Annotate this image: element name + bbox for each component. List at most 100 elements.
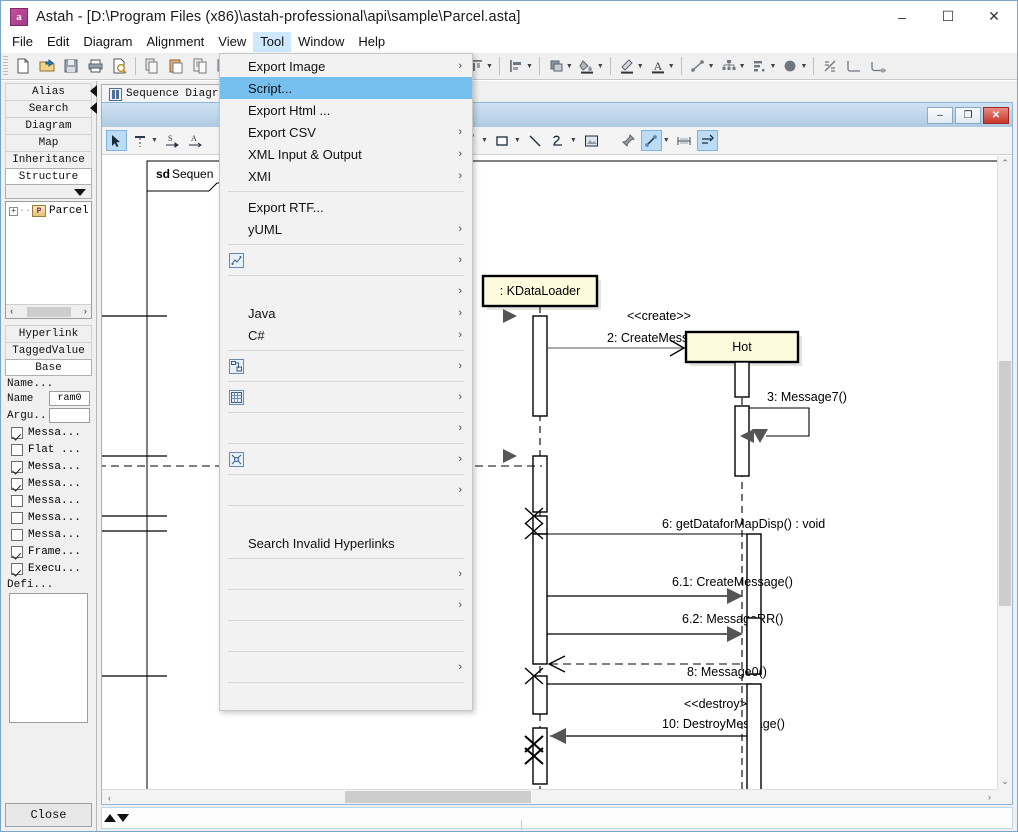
menu-view[interactable]: View	[211, 32, 253, 52]
checkbox-6[interactable]	[11, 529, 23, 541]
frame-icon[interactable]	[674, 130, 695, 151]
line-icon[interactable]	[525, 130, 546, 151]
shape-icon[interactable]	[779, 55, 801, 77]
no-fill-icon[interactable]	[819, 55, 841, 77]
menu-item-correct-model[interactable]: ›	[220, 594, 472, 616]
tree-row[interactable]: + ·· P Parcel	[6, 202, 91, 217]
tab-inheritance[interactable]: Inheritance	[5, 151, 92, 168]
menu-diagram[interactable]: Diagram	[76, 32, 139, 52]
lifeline-icon[interactable]	[129, 130, 150, 151]
definition-textarea[interactable]	[9, 593, 88, 723]
scroll-left-icon[interactable]: ‹	[102, 790, 117, 804]
panel-splitter[interactable]	[89, 83, 97, 123]
tab-alias[interactable]: Alias	[5, 83, 92, 100]
tab-structure[interactable]: Structure	[5, 168, 92, 185]
menu-item-script[interactable]: Script...	[220, 77, 472, 99]
menu-item-export-html[interactable]: Export Html ...	[220, 99, 472, 121]
menu-edit[interactable]: Edit	[40, 32, 76, 52]
menu-item-search-invalid-hyperlinks[interactable]	[220, 510, 472, 532]
diagram-close-button[interactable]: ✕	[983, 106, 1009, 124]
align-left-caret-icon[interactable]: ▼	[526, 63, 533, 70]
shape-caret-icon[interactable]: ▼	[800, 63, 807, 70]
checkbox-row[interactable]: Messa...	[5, 526, 92, 543]
arguments-input[interactable]	[49, 408, 90, 423]
checkbox-8[interactable]	[11, 563, 23, 575]
toolbar-grip[interactable]	[3, 56, 8, 76]
checkbox-row[interactable]: Flat ...	[5, 441, 92, 458]
menu-item-cplusplus[interactable]: C# ›	[220, 324, 472, 346]
menu-item-export-rtf[interactable]: Export RTF...	[220, 196, 472, 218]
menu-item-set-template[interactable]: ›	[220, 479, 472, 501]
tab-hyperlink[interactable]: Hyperlink	[5, 325, 92, 342]
checkbox-3[interactable]	[11, 478, 23, 490]
horizontal-scroll-thumb[interactable]	[345, 791, 531, 803]
menu-item-external-tool[interactable]: ›	[220, 563, 472, 585]
line-shape-icon[interactable]	[687, 55, 709, 77]
rounded-line-icon[interactable]	[867, 55, 889, 77]
minimize-button[interactable]: –	[879, 1, 925, 32]
paste-icon[interactable]	[165, 55, 187, 77]
checkbox-1[interactable]	[11, 444, 23, 456]
close-panel-button[interactable]: Close	[5, 803, 92, 827]
menu-item-mindmap[interactable]: ›	[220, 249, 472, 271]
diagram-minimize-button[interactable]: –	[927, 106, 953, 124]
text-caret-icon[interactable]: ▼	[481, 137, 488, 144]
menu-item-traceability-map[interactable]: ›	[220, 448, 472, 470]
checkbox-row[interactable]: Messa...	[5, 492, 92, 509]
async-message-icon[interactable]: A	[185, 130, 206, 151]
new-file-icon[interactable]	[12, 55, 34, 77]
fill-style-caret-icon[interactable]: ▼	[566, 63, 573, 70]
tab-map[interactable]: Map	[5, 134, 92, 151]
align-top-caret-icon[interactable]: ▼	[486, 63, 493, 70]
menu-item-crud[interactable]: ›	[220, 386, 472, 408]
pin-icon[interactable]	[618, 130, 639, 151]
tree-scroll-right-icon[interactable]: ›	[80, 307, 91, 317]
tree-layout-icon[interactable]	[718, 55, 740, 77]
align-left-icon[interactable]	[505, 55, 527, 77]
scroll-up-icon[interactable]: ⌃	[998, 156, 1012, 171]
menu-item-license[interactable]	[220, 625, 472, 647]
link-icon[interactable]	[640, 130, 662, 151]
close-button[interactable]: ✕	[971, 1, 1017, 32]
checkbox-row[interactable]: Frame...	[5, 543, 92, 560]
font-color-icon[interactable]: A	[647, 55, 669, 77]
status-scroll-up-icon[interactable]	[104, 814, 116, 822]
checkbox-row[interactable]: Messa...	[5, 424, 92, 441]
print-icon[interactable]	[84, 55, 106, 77]
open-folder-icon[interactable]	[36, 55, 58, 77]
project-tree[interactable]: + ·· P Parcel ‹ ›	[5, 201, 92, 319]
fill-color-caret-icon[interactable]: ▼	[597, 63, 604, 70]
tab-base[interactable]: Base	[5, 359, 92, 376]
menu-file[interactable]: File	[5, 32, 40, 52]
checkbox-7[interactable]	[11, 546, 23, 558]
tab-taggedvalue[interactable]: TaggedValue	[5, 342, 92, 359]
menu-item-project[interactable]: ›	[220, 656, 472, 678]
tool-dropdown-menu[interactable]: Export Image › Script... Export Html ...…	[219, 53, 473, 711]
menu-item-csharp[interactable]: Java ›	[220, 302, 472, 324]
tree-layout-caret-icon[interactable]: ▼	[739, 63, 746, 70]
copy-all-icon[interactable]	[189, 55, 211, 77]
checkbox-row[interactable]: Messa...	[5, 509, 92, 526]
checkbox-4[interactable]	[11, 495, 23, 507]
fill-style-icon[interactable]	[545, 55, 567, 77]
menu-item-export-csv[interactable]: Export CSV ›	[220, 121, 472, 143]
image-icon[interactable]	[581, 130, 602, 151]
line-color-caret-icon[interactable]: ▼	[637, 63, 644, 70]
expand-icon[interactable]: +	[9, 206, 18, 216]
menu-item-er-diagram[interactable]: ›	[220, 355, 472, 377]
checkbox-row[interactable]: Messa...	[5, 458, 92, 475]
print-preview-icon[interactable]	[108, 55, 130, 77]
tab-diagram[interactable]: Diagram	[5, 117, 92, 134]
line-color-icon[interactable]	[616, 55, 638, 77]
line-shape-caret-icon[interactable]: ▼	[708, 63, 715, 70]
canvas-horizontal-scrollbar[interactable]: ‹ ›	[102, 789, 997, 804]
tree-scroll-left-icon[interactable]: ‹	[6, 307, 17, 317]
sync-message-icon[interactable]: S	[162, 130, 183, 151]
menu-item-yuml[interactable]: yUML ›	[220, 218, 472, 240]
tree-horizontal-scrollbar[interactable]: ‹ ›	[6, 304, 91, 318]
splitter-collapse-icon-2[interactable]	[89, 102, 97, 114]
name-input[interactable]: ram0	[49, 391, 90, 406]
checkbox-row[interactable]: Messa...	[5, 475, 92, 492]
maximize-button[interactable]: ☐	[925, 1, 971, 32]
menu-item-export-image[interactable]: Export Image ›	[220, 55, 472, 77]
